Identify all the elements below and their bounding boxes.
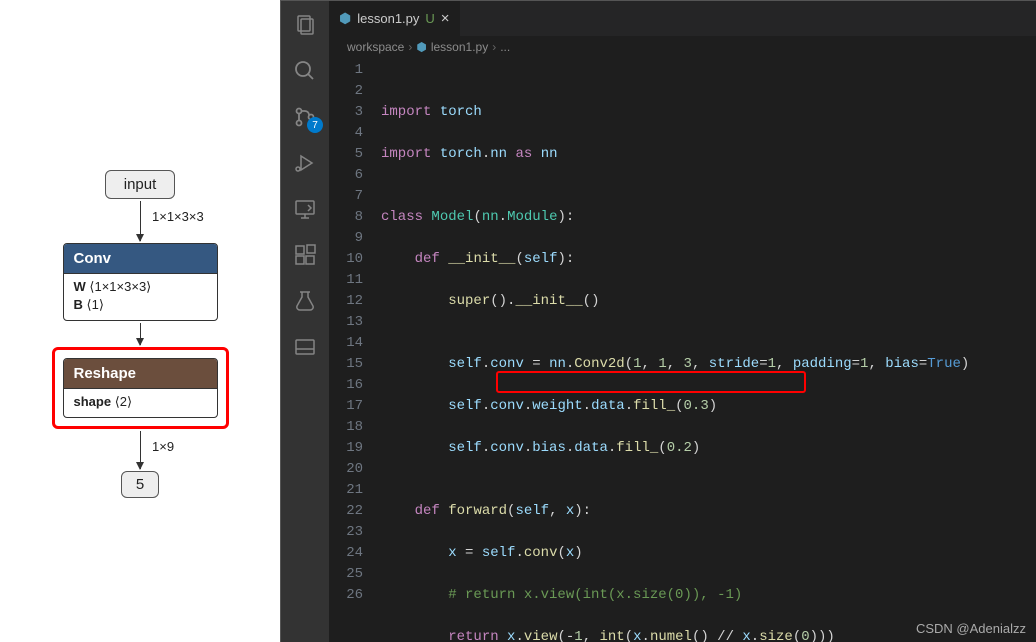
reshape-params: shape ⟨2⟩ — [64, 389, 217, 417]
edge-label: 1×1×3×3 — [152, 209, 204, 224]
debug-icon[interactable] — [291, 149, 319, 177]
onnx-diagram-panel: input 1×1×3×3 Conv W ⟨1×1×3×3⟩ B ⟨1⟩ Res… — [0, 0, 280, 642]
source-control-icon[interactable]: 7 — [291, 103, 319, 131]
highlight-reshape: Reshape shape ⟨2⟩ — [52, 347, 229, 429]
explorer-icon[interactable] — [291, 11, 319, 39]
conv-params: W ⟨1×1×3×3⟩ B ⟨1⟩ — [64, 274, 217, 320]
chevron-right-icon: › — [492, 40, 496, 54]
editor-area: ⬢ lesson1.py U × workspace › ⬢ lesson1.p… — [329, 1, 1036, 642]
tab-lesson1[interactable]: ⬢ lesson1.py U × — [329, 1, 461, 36]
breadcrumb-file[interactable]: lesson1.py — [431, 40, 488, 54]
arrow-icon — [140, 323, 141, 345]
search-icon[interactable] — [291, 57, 319, 85]
chevron-right-icon: › — [408, 40, 412, 54]
tab-bar: ⬢ lesson1.py U × — [329, 1, 1036, 36]
breadcrumb-workspace[interactable]: workspace — [347, 40, 404, 54]
breadcrumb[interactable]: workspace › ⬢ lesson1.py › ... — [329, 36, 1036, 58]
testing-icon[interactable] — [291, 287, 319, 315]
breadcrumb-more[interactable]: ... — [500, 40, 510, 54]
vscode-editor: 7 ⬢ lesson1.py U × workspace — [280, 0, 1036, 642]
python-file-icon: ⬢ — [416, 40, 426, 54]
input-node[interactable]: input — [105, 170, 176, 199]
remote-icon[interactable] — [291, 195, 319, 223]
arrow-icon — [140, 431, 141, 469]
conv-node[interactable]: Conv W ⟨1×1×3×3⟩ B ⟨1⟩ — [63, 243, 218, 321]
tab-filename: lesson1.py — [357, 11, 419, 26]
reshape-node[interactable]: Reshape shape ⟨2⟩ — [63, 358, 218, 418]
edge-label: 1×9 — [152, 439, 174, 454]
panel-icon[interactable] — [291, 333, 319, 361]
extensions-icon[interactable] — [291, 241, 319, 269]
watermark: CSDN @Adenialzz — [916, 621, 1026, 636]
output-node[interactable]: 5 — [121, 471, 159, 498]
code-content[interactable]: import torch import torch.nn as nn class… — [381, 58, 1036, 642]
code-area[interactable]: 1234567891011121314151617181920212223242… — [329, 58, 1036, 642]
python-file-icon: ⬢ — [339, 10, 351, 27]
conv-header: Conv — [64, 244, 217, 274]
close-icon[interactable]: × — [441, 10, 450, 27]
arrow-icon — [140, 201, 141, 241]
line-gutter: 1234567891011121314151617181920212223242… — [329, 58, 381, 642]
reshape-header: Reshape — [64, 359, 217, 389]
tab-git-status: U — [425, 11, 434, 26]
scm-badge: 7 — [307, 117, 323, 133]
activity-bar: 7 — [281, 1, 329, 642]
